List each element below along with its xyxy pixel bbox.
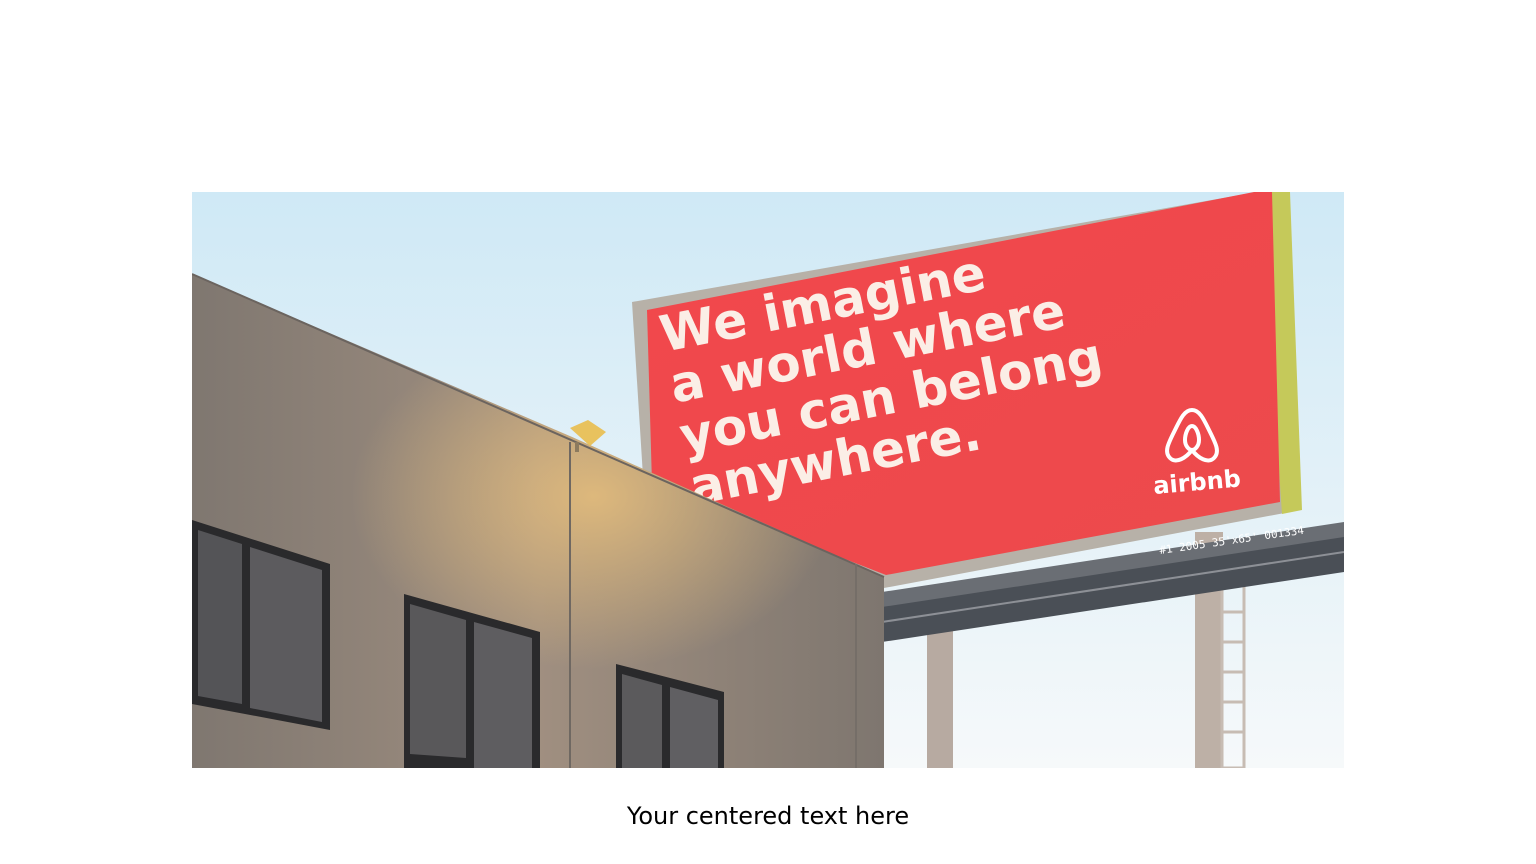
page: We imagine a world where you can belong … [0,0,1536,864]
billboard-photo: We imagine a world where you can belong … [192,192,1344,768]
caption: Your centered text here [626,802,910,830]
photo-canvas: We imagine a world where you can belong … [192,192,1344,768]
